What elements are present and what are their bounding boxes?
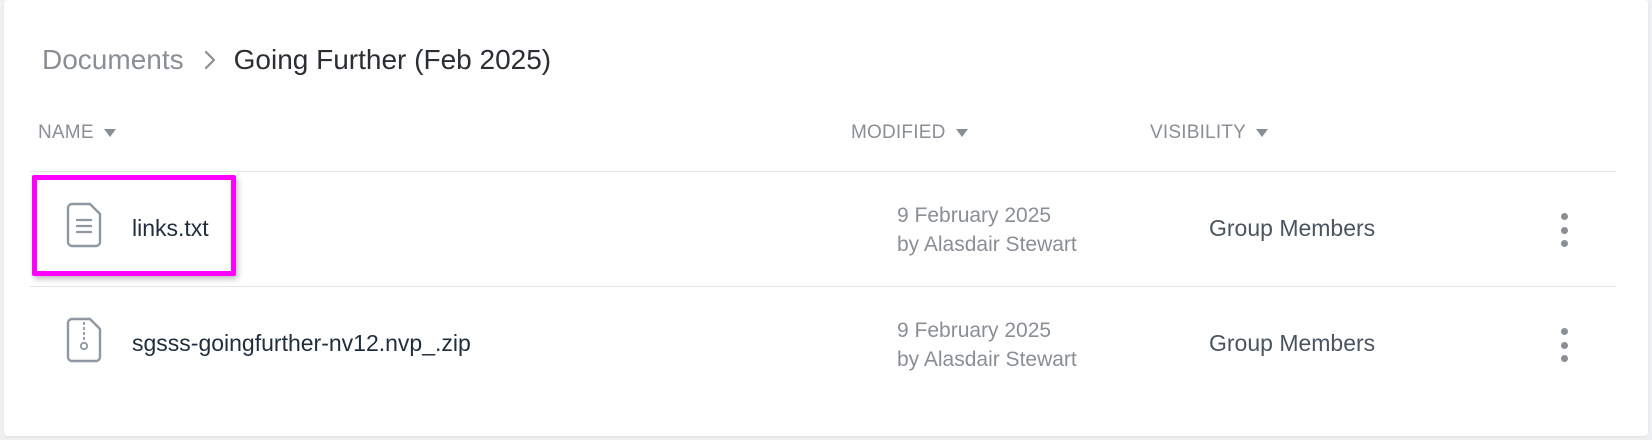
- sort-caret-down-icon: [955, 128, 969, 138]
- table-row[interactable]: sgsss-goingfurther-nv12.nvp_.zip 9 Febru…: [30, 287, 1616, 401]
- table-row[interactable]: links.txt 9 February 2025 by Alasdair St…: [30, 172, 1616, 286]
- chevron-right-icon: [204, 50, 216, 70]
- visibility-value[interactable]: Group Members: [1209, 215, 1375, 242]
- breadcrumb: Documents Going Further (Feb 2025): [42, 40, 551, 80]
- text-file-icon: [66, 202, 102, 248]
- breadcrumb-documents-link[interactable]: Documents: [42, 44, 184, 76]
- more-options-icon[interactable]: [1554, 328, 1574, 362]
- modified-date: 9 February 2025: [897, 319, 1052, 342]
- sort-caret-down-icon: [103, 128, 117, 138]
- zip-file-icon: [66, 317, 102, 363]
- file-name-link[interactable]: sgsss-goingfurther-nv12.nvp_.zip: [132, 330, 471, 357]
- modified-date: 9 February 2025: [897, 204, 1052, 227]
- modified-by: by Alasdair Stewart: [897, 233, 1077, 256]
- column-header-modified[interactable]: MODIFIED: [851, 120, 969, 146]
- column-header-modified-label: MODIFIED: [851, 122, 946, 143]
- column-header-name[interactable]: NAME: [38, 120, 117, 146]
- column-header-name-label: NAME: [38, 122, 94, 143]
- column-header-visibility[interactable]: VISIBILITY: [1150, 120, 1269, 146]
- sort-caret-down-icon: [1255, 128, 1269, 138]
- file-name-link[interactable]: links.txt: [132, 215, 209, 242]
- visibility-value[interactable]: Group Members: [1209, 330, 1375, 357]
- modified-by: by Alasdair Stewart: [897, 348, 1077, 371]
- column-header-visibility-label: VISIBILITY: [1150, 122, 1246, 143]
- breadcrumb-current-folder: Going Further (Feb 2025): [233, 44, 552, 75]
- more-options-icon[interactable]: [1554, 213, 1574, 247]
- file-list-panel: Documents Going Further (Feb 2025) NAME …: [4, 0, 1648, 436]
- modified-info: 9 February 2025 by Alasdair Stewart: [897, 201, 1077, 259]
- modified-info: 9 February 2025 by Alasdair Stewart: [897, 316, 1077, 374]
